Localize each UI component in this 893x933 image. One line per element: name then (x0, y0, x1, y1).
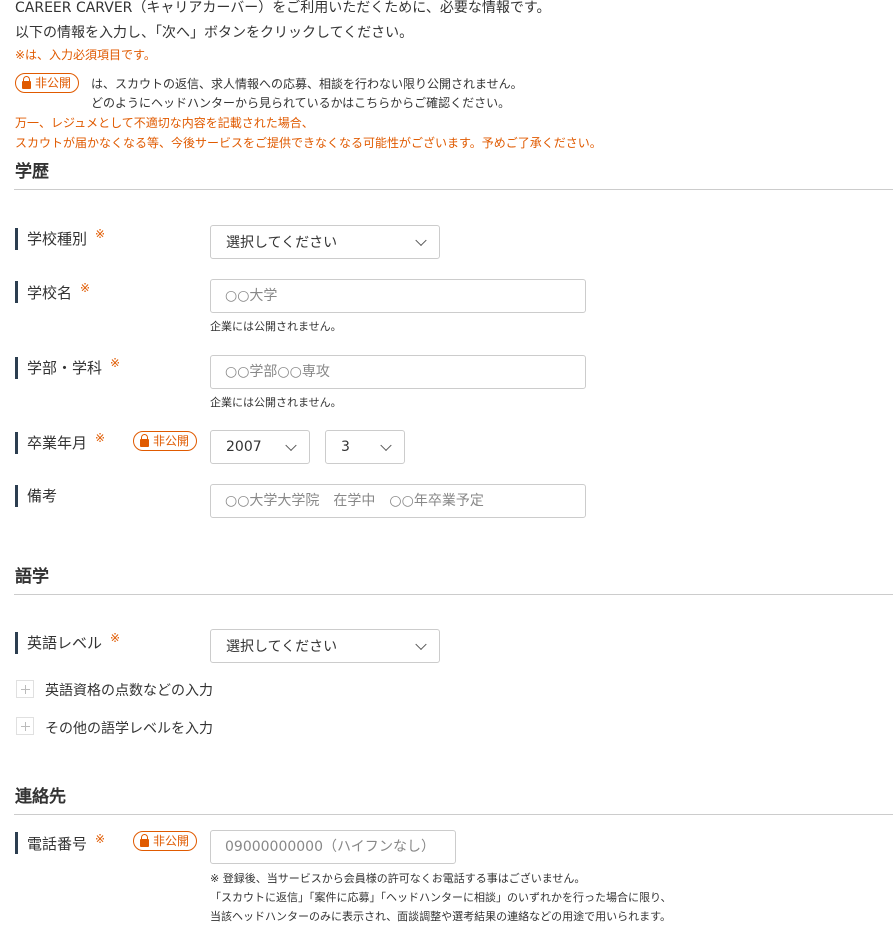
warning-line-1: 万一、レジュメとして不適切な内容を記載された場合、 (15, 116, 314, 130)
section-title-language: 語学 (15, 567, 49, 587)
private-badge-label: 非公開 (153, 834, 190, 848)
plus-icon[interactable] (16, 680, 34, 698)
label-bar (15, 432, 18, 454)
phone-note-1: ※ 登録後、当サービスから会員様の許可なくお電話する事はございません。 (210, 872, 586, 885)
private-badge-label: 非公開 (35, 76, 72, 90)
intro-text: CAREER CARVER（キャリアカーバー）をご利用いただくために、必要な情報… (15, 0, 551, 16)
phone-note-3: 当該ヘッドハンターのみに表示され、面談調整や選考結果の連絡などの用途で用いられま… (210, 910, 672, 923)
graduation-month-select[interactable]: 3 (325, 430, 405, 464)
graduation-month-value: 3 (341, 439, 350, 455)
required-mark: ※ (80, 281, 91, 295)
section-divider (14, 814, 893, 815)
phone-note-2: 「スカウトに返信」「案件に応募」「ヘッドハンターに相談」のいずれかを行った場合に… (210, 891, 672, 904)
chevron-down-icon (285, 439, 297, 452)
faculty-input[interactable] (210, 355, 586, 389)
private-view-link[interactable]: どのようにヘッドハンターから見られているかはこちらからご確認ください。 (91, 94, 510, 111)
chevron-down-icon (415, 638, 427, 651)
lock-icon (140, 833, 149, 847)
section-divider (14, 189, 893, 190)
section-title-education: 学歴 (15, 162, 49, 182)
english-level-select[interactable]: 選択してください (210, 629, 440, 663)
english-level-label: 英語レベル ※ (27, 631, 121, 652)
required-mark: ※ (110, 631, 121, 645)
required-mark: ※ (110, 356, 121, 370)
required-mark: ※ (95, 431, 106, 445)
school-name-input[interactable] (210, 279, 586, 313)
label-bar (15, 357, 18, 379)
remarks-label: 備考 (27, 487, 58, 505)
section-title-contact: 連絡先 (15, 787, 66, 807)
label-bar (15, 832, 18, 854)
required-note: ※は、入力必須項目です。 (15, 48, 156, 62)
private-badge: 非公開 (15, 73, 80, 93)
warning-line-2: スカウトが届かなくなる等、今後サービスをご提供できなくなる可能性がございます。予… (15, 136, 602, 150)
expand-other-languages[interactable]: その他の語学レベルを入力 (45, 718, 213, 738)
plus-icon[interactable] (16, 717, 34, 735)
phone-label: 電話番号 ※ (27, 832, 106, 853)
chevron-down-icon (415, 234, 427, 247)
required-mark: ※ (95, 227, 106, 241)
lock-icon (140, 433, 149, 447)
private-explanation: は、スカウトの返信、求人情報への応募、相談を行わない限り公開されません。 (91, 77, 523, 91)
section-divider (14, 594, 893, 595)
faculty-label: 学部・学科 ※ (27, 356, 121, 377)
school-name-note: 企業には公開されません。 (210, 320, 342, 333)
graduation-year-value: 2007 (226, 439, 262, 455)
graduation-year-select[interactable]: 2007 (210, 430, 310, 464)
graduation-label: 卒業年月 ※ (27, 431, 106, 452)
label-bar (15, 228, 18, 250)
private-badge: 非公開 (133, 431, 198, 451)
school-type-select[interactable]: 選択してください (210, 225, 440, 259)
faculty-note: 企業には公開されません。 (210, 396, 342, 409)
label-bar (15, 632, 18, 654)
phone-input[interactable] (210, 830, 456, 864)
school-type-label: 学校種別 ※ (27, 227, 106, 248)
expand-english-scores[interactable]: 英語資格の点数などの入力 (45, 680, 213, 700)
required-mark: ※ (95, 832, 106, 846)
lock-icon (22, 75, 31, 89)
label-bar (15, 281, 18, 303)
school-type-value: 選択してください (226, 235, 338, 251)
intro-instruction: 以下の情報を入力し、「次へ」ボタンをクリックしてください。 (15, 25, 414, 41)
school-name-label: 学校名 ※ (27, 281, 91, 302)
private-badge-label: 非公開 (153, 434, 190, 448)
label-bar (15, 485, 18, 507)
english-level-value: 選択してください (226, 639, 338, 655)
chevron-down-icon (380, 439, 392, 452)
remarks-input[interactable] (210, 484, 586, 518)
private-badge: 非公開 (133, 831, 198, 851)
